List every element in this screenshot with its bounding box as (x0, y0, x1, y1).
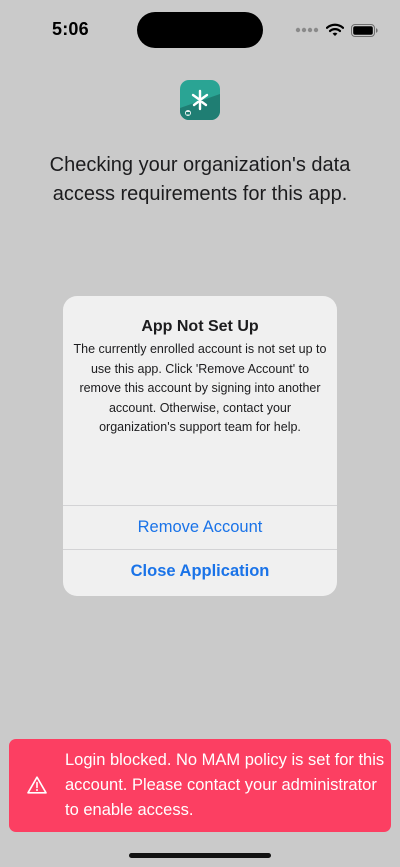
toast-message: Login blocked. No MAM policy is set for … (65, 751, 385, 819)
wifi-icon (326, 23, 344, 37)
dynamic-island (137, 12, 263, 48)
intune-app-icon (180, 80, 220, 120)
status-time: 5:06 (52, 19, 89, 39)
checking-message: Checking your organization's data access… (49, 154, 351, 205)
alert-message: The currently enrolled account is not se… (73, 342, 327, 434)
signal-dots-icon (295, 27, 319, 33)
login-blocked-toast[interactable]: Login blocked. No MAM policy is set for … (9, 739, 391, 832)
home-indicator[interactable] (129, 853, 271, 858)
close-application-button[interactable]: Close Application (63, 549, 337, 593)
status-icons (295, 20, 378, 40)
remove-account-button[interactable]: Remove Account (63, 505, 337, 549)
warning-icon (27, 776, 47, 794)
status-bar: 5:06 (0, 0, 400, 60)
alert-dialog: App Not Set Up The currently enrolled ac… (63, 296, 337, 596)
alert-title: App Not Set Up (141, 318, 259, 335)
alert-actions: Remove Account Close Application (63, 505, 337, 593)
battery-icon (351, 23, 378, 37)
